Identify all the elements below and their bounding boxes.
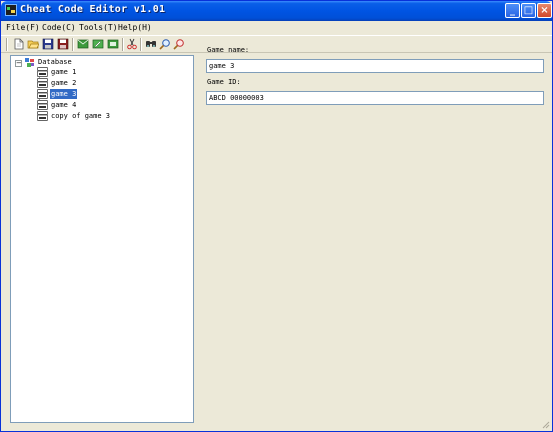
game-icon [37, 67, 48, 77]
maximize-icon: □ [523, 5, 534, 16]
add-game-icon[interactable] [77, 38, 89, 50]
find-icon[interactable] [145, 38, 157, 50]
game-icon [37, 111, 48, 121]
close-button[interactable]: × [537, 3, 552, 18]
tree-root-label: Database [38, 58, 72, 66]
database-tree[interactable]: − Database game 1 game 2 game 3 game 4 c… [10, 55, 194, 423]
game-name-label: Game name: [207, 46, 250, 54]
game-id-field[interactable]: ABCD 00000003 [206, 91, 544, 105]
menu-help[interactable]: Help(H) [118, 23, 152, 32]
menu-tools[interactable]: Tools(T) [79, 23, 118, 32]
tree-item-label: game 3 [50, 89, 78, 99]
cut-icon[interactable] [126, 38, 138, 50]
game-icon [37, 100, 48, 110]
resize-grip-icon[interactable] [540, 419, 550, 429]
open-folder-icon[interactable] [27, 38, 39, 50]
menu-bar: File(F) Code(C) Tools(T) Help(H) [1, 21, 552, 34]
import-icon[interactable] [107, 38, 119, 50]
save-icon[interactable] [42, 38, 54, 50]
toolbar [1, 35, 552, 53]
menu-file[interactable]: File(F) [6, 23, 40, 32]
tree-item-label: game 1 [51, 68, 77, 76]
zoom-icon[interactable] [159, 38, 171, 50]
maximize-button[interactable]: □ [521, 3, 536, 18]
toolbar-grip [6, 38, 8, 51]
window-title: Cheat Code Editor v1.01 [20, 4, 166, 15]
tree-item-label: game 4 [51, 101, 77, 109]
game-id-label: Game ID: [207, 78, 241, 86]
collapse-toggle[interactable]: − [15, 60, 22, 67]
game-icon [37, 89, 48, 99]
save-as-icon[interactable] [57, 38, 69, 50]
game-name-field[interactable]: game 3 [206, 59, 544, 73]
close-icon: × [540, 5, 549, 16]
minimize-button[interactable]: _ [505, 3, 520, 18]
edit-game-icon[interactable] [92, 38, 104, 50]
title-bar[interactable]: Cheat Code Editor v1.01 _ □ × [1, 1, 552, 21]
app-icon [5, 4, 17, 16]
menu-code[interactable]: Code(C) [42, 23, 76, 32]
tree-item-label: game 2 [51, 79, 77, 87]
game-icon [37, 78, 48, 88]
zoom-next-icon[interactable] [173, 38, 185, 50]
minimize-icon: _ [510, 5, 515, 16]
database-icon [25, 58, 34, 67]
tree-item-label: copy of game 3 [51, 112, 111, 120]
toolbar-separator [72, 38, 74, 51]
toolbar-separator [122, 38, 124, 51]
new-file-icon[interactable] [13, 38, 25, 50]
app-window: Cheat Code Editor v1.01 _ □ × File(F) Co… [0, 0, 553, 432]
toolbar-separator [140, 38, 142, 51]
